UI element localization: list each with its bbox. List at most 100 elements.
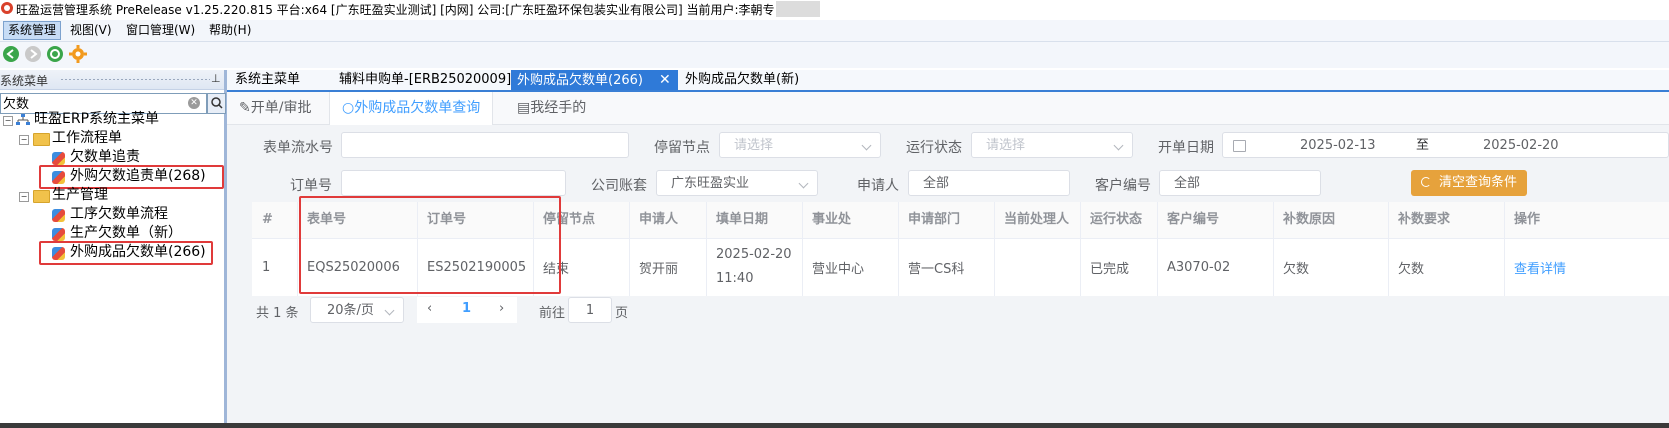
- highlight-box: [299, 196, 561, 294]
- settings-icon[interactable]: [69, 45, 87, 63]
- doc-tab-outsourced-new[interactable]: 外购成品欠数单(新): [679, 70, 805, 90]
- chevron-down-icon: [384, 305, 395, 316]
- panel-title: 系统菜单: [0, 74, 49, 88]
- back-icon[interactable]: [3, 46, 19, 62]
- results-table: # 表单号 订单号 停留节点 申请人 填单日期 事业处 申请部门 当前处理人 运…: [252, 196, 1669, 296]
- col-requirement: 补数要求: [1398, 212, 1451, 227]
- search-icon: [211, 97, 223, 109]
- menu-search-input[interactable]: [1, 94, 185, 111]
- goto-page-input[interactable]: 1: [568, 297, 612, 323]
- menu-system[interactable]: 系统管理: [3, 21, 62, 40]
- view-detail-link[interactable]: 查看详情: [1514, 239, 1566, 295]
- next-page-icon[interactable]: ›: [499, 301, 504, 316]
- cell-fill-date: 2025-02-20 11:40: [716, 247, 792, 286]
- col-dept: 申请部门: [908, 212, 961, 227]
- cell-customer: A3070-02: [1167, 259, 1231, 275]
- tree-collapse-icon[interactable]: −: [19, 135, 29, 145]
- search-button[interactable]: [207, 93, 226, 114]
- chevron-down-icon: [1113, 140, 1124, 151]
- title-bar: 旺盈运营管理系统 PreRelease v1.25.220.815 平台:x64…: [0, 0, 1669, 18]
- reset-filters-button[interactable]: 清空查询条件: [1411, 170, 1527, 196]
- cell-requirement: 欠数: [1398, 261, 1425, 277]
- status-select[interactable]: 请选择: [971, 132, 1133, 158]
- goto-prefix: 前往: [539, 306, 566, 321]
- node-select[interactable]: 请选择: [719, 132, 881, 158]
- blurred-username: [776, 1, 820, 17]
- cell-reason: 欠数: [1283, 261, 1310, 277]
- tree-group-workflow[interactable]: 工作流程单: [52, 129, 122, 148]
- pager: ‹ 1 ›: [417, 297, 517, 323]
- order-input[interactable]: [341, 170, 566, 196]
- customer-select[interactable]: 全部: [1159, 170, 1321, 196]
- tree-collapse-icon[interactable]: −: [19, 192, 29, 202]
- tree-item[interactable]: 外购成品欠数单(266): [70, 243, 206, 262]
- tree-item[interactable]: 外购欠数追责单(268): [70, 167, 206, 186]
- col-applicant: 申请人: [639, 212, 679, 227]
- node-label: 停留节点: [654, 140, 710, 156]
- pin-icon[interactable]: ⊥: [211, 72, 221, 85]
- doc-tab-main-menu[interactable]: 系统主菜单: [229, 70, 306, 90]
- subtab-approve[interactable]: ✎开单/审批: [227, 92, 323, 124]
- clear-icon[interactable]: ✕: [188, 97, 200, 109]
- tree-collapse-icon[interactable]: −: [3, 116, 13, 126]
- document-tabs: 系统主菜单 辅料申购单-[ERB25020009] 外购成品欠数单(266) ✕ …: [227, 70, 1669, 92]
- tree-item[interactable]: 工序欠数单流程: [70, 205, 168, 224]
- company-label: 公司账套: [591, 178, 647, 194]
- current-page[interactable]: 1: [462, 301, 471, 316]
- order-label: 订单号: [290, 178, 332, 194]
- chevron-down-icon: [798, 178, 809, 189]
- page-size-select[interactable]: 20条/页: [310, 297, 404, 323]
- menu-item-icon: [52, 171, 65, 184]
- applicant-select[interactable]: 全部: [908, 170, 1070, 196]
- menu-view[interactable]: 视图(V): [66, 22, 116, 39]
- company-select[interactable]: 广东旺盈实业: [656, 170, 818, 196]
- date-range-picker[interactable]: 2025-02-13 至 2025-02-20: [1222, 132, 1669, 158]
- menu-item-icon: [52, 228, 65, 241]
- date-end[interactable]: 2025-02-20: [1483, 133, 1559, 159]
- edit-icon: ✎: [239, 100, 251, 116]
- status-label: 运行状态: [906, 140, 962, 156]
- col-customer: 客户编号: [1167, 212, 1220, 227]
- col-action: 操作: [1514, 212, 1541, 227]
- col-index: #: [262, 212, 273, 227]
- folder-icon: [33, 133, 50, 146]
- refresh-icon[interactable]: [47, 46, 63, 62]
- cell-index: 1: [262, 259, 271, 275]
- doc-tab-purchase[interactable]: 辅料申购单-[ERB25020009]: [333, 70, 517, 90]
- main-content: ✎开单/审批 ○外购成品欠数单查询 ▤我经手的 表单流水号 停留节点 请选择 运…: [227, 92, 1669, 428]
- subtab-query[interactable]: ○外购成品欠数单查询: [329, 92, 494, 125]
- forward-icon[interactable]: [25, 46, 41, 62]
- cell-division: 营业中心: [812, 261, 865, 277]
- cell-status: 已完成: [1090, 261, 1130, 277]
- col-status: 运行状态: [1090, 212, 1143, 227]
- subtab-mine[interactable]: ▤我经手的: [505, 92, 598, 124]
- cell-dept: 营一CS科: [908, 261, 965, 277]
- calendar-icon: [1233, 140, 1246, 152]
- menu-item-icon: [52, 152, 65, 165]
- document-icon: ▤: [517, 100, 531, 116]
- doc-tab-label: 外购成品欠数单(266): [517, 73, 643, 88]
- menu-help[interactable]: 帮助(H): [205, 22, 255, 39]
- date-separator: 至: [1416, 138, 1430, 153]
- date-label: 开单日期: [1158, 140, 1214, 156]
- prev-page-icon[interactable]: ‹: [427, 301, 432, 316]
- doc-tab-outsourced-active[interactable]: 外购成品欠数单(266) ✕: [511, 70, 678, 90]
- serial-label: 表单流水号: [263, 140, 333, 156]
- toolbar: [0, 42, 1669, 68]
- tree-root[interactable]: 旺盈ERP系统主菜单: [34, 110, 159, 129]
- app-logo-icon: [1, 2, 13, 14]
- serial-input[interactable]: [341, 132, 629, 158]
- customer-label: 客户编号: [1095, 178, 1151, 194]
- menu-item-icon: [52, 247, 65, 260]
- tree-group-production[interactable]: 生产管理: [52, 186, 108, 205]
- date-start[interactable]: 2025-02-13: [1300, 133, 1376, 159]
- chevron-down-icon: [861, 140, 872, 151]
- col-reason: 补数原因: [1283, 212, 1336, 227]
- menu-window[interactable]: 窗口管理(W): [122, 22, 199, 39]
- menu-item-icon: [52, 209, 65, 222]
- close-icon[interactable]: ✕: [659, 72, 671, 88]
- cell-applicant: 贺开丽: [639, 261, 679, 277]
- total-count: 共 1 条: [256, 306, 299, 321]
- search-icon: ○: [342, 100, 355, 116]
- panel-grip: [60, 78, 210, 81]
